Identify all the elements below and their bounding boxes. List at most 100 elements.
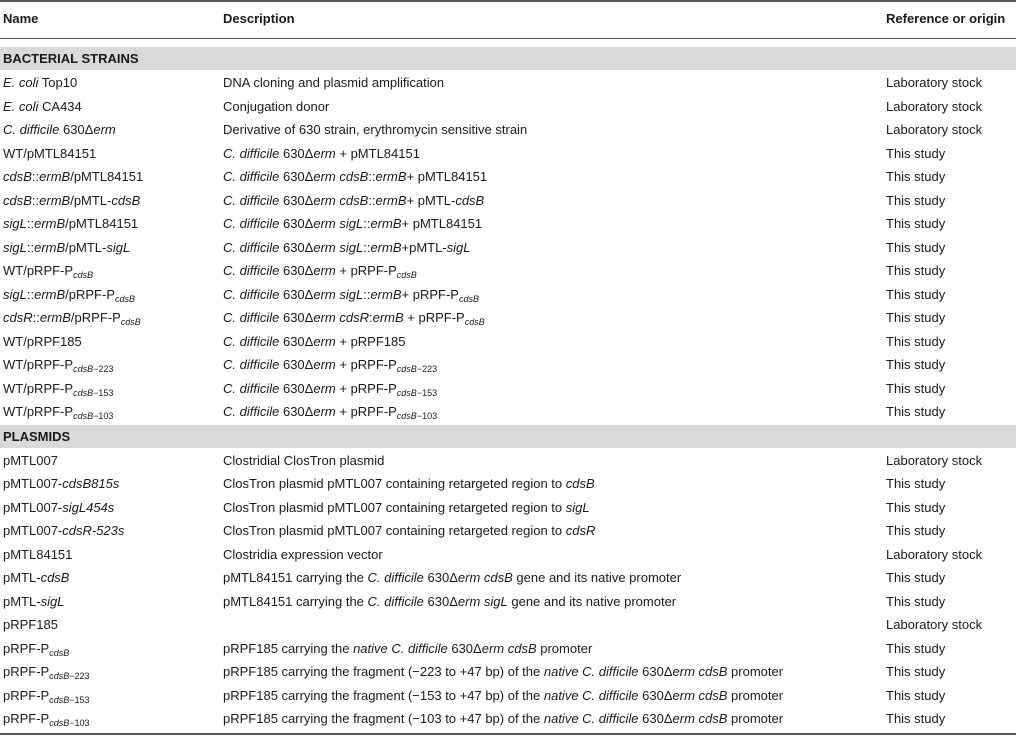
cell-name: pMTL-sigL: [3, 593, 65, 609]
cell-reference: This study: [886, 145, 946, 161]
cell-name: WT/pRPF-PcdsB−103: [3, 404, 114, 421]
cell-reference: This study: [886, 310, 946, 325]
cell-description: pMTL84151 carrying the C. difficile 630Δ…: [223, 593, 677, 609]
table-row: WT/pRPF-PcdsB−103 C. difficile 630Δerm + …: [0, 400, 1016, 424]
table-row: WT/pRPF-PcdsB C. difficile 630Δerm + pRPF…: [0, 259, 1016, 283]
cell-reference: This study: [886, 404, 946, 419]
cell-name: pMTL007-cdsR-523s: [3, 523, 125, 538]
cell-description: C. difficile 630Δerm + pMTL84151: [223, 145, 420, 161]
table-header: Name Description Reference or origin: [0, 0, 1016, 38]
cell-reference: This study: [886, 593, 946, 609]
cell-reference: This study: [886, 192, 946, 208]
table-row: pMTL-cdsB pMTL84151 carrying the C. diffi…: [0, 566, 1016, 590]
table-row: pMTL-sigL pMTL84151 carrying the C. diffi…: [0, 590, 1016, 614]
cell-name: E. coli Top10: [3, 75, 78, 90]
cell-reference: This study: [886, 499, 946, 515]
table-row: pRPF-PcdsB pRPF185 carrying the native C.…: [0, 637, 1016, 661]
section-title: BACTERIAL STRAINS: [3, 51, 139, 66]
cell-name: pMTL84151: [3, 546, 73, 562]
cell-description: C. difficile 630Δerm + pRPF-PcdsB−103: [223, 404, 438, 421]
cell-description: Clostridia expression vector: [223, 546, 383, 562]
table-row: cdsR::ermB/pRPF-PcdsB C. difficile 630Δer…: [0, 306, 1016, 330]
table-row: cdsB::ermB/pMTL-cdsB C. difficile 630Δerm…: [0, 189, 1016, 213]
table-row: C. difficile 630Δerm Derivative of 630 st…: [0, 118, 1016, 142]
table-row: WT/pRPF185 C. difficile 630Δerm + pRPF185…: [0, 330, 1016, 354]
cell-reference: This study: [886, 216, 946, 231]
cell-reference: Laboratory stock: [886, 75, 983, 90]
header-name: Name: [3, 11, 39, 26]
cell-description: C. difficile 630Δerm + pRPF185: [223, 333, 406, 349]
cell-name: pMTL-cdsB: [3, 570, 70, 585]
cell-reference: This study: [886, 664, 946, 679]
cell-description: C. difficile 630Δerm + pRPF-PcdsB: [223, 263, 417, 280]
cell-name: E. coli CA434: [3, 98, 82, 114]
cell-description: C. difficile 630Δerm sigL::ermB+ pMTL841…: [223, 216, 483, 231]
cell-reference: This study: [886, 711, 946, 726]
cell-name: C. difficile 630Δerm: [3, 122, 116, 137]
table-row: pMTL007-cdsB815s ClosTron plasmid pMTL007…: [0, 472, 1016, 496]
cell-description: ClosTron plasmid pMTL007 containing reta…: [223, 476, 595, 491]
cell-name: WT/pMTL84151: [3, 145, 97, 161]
cell-name: sigL::ermB/pMTL-sigL: [3, 239, 131, 255]
table-row: pRPF185 Laboratory stock: [0, 613, 1016, 637]
bottom-rule: [0, 732, 1016, 735]
cell-name: pMTL007-sigL454s: [3, 499, 115, 515]
cell-reference: This study: [886, 169, 946, 184]
cell-name: pRPF-PcdsB: [3, 640, 70, 658]
table-row: pMTL007-sigL454s ClosTron plasmid pMTL007…: [0, 496, 1016, 520]
cell-reference: This study: [886, 687, 946, 703]
cell-description: ClosTron plasmid pMTL007 containing reta…: [223, 523, 596, 538]
cell-reference: This study: [886, 640, 946, 656]
cell-reference: Laboratory stock: [886, 122, 983, 137]
table-row: pRPF-PcdsB−103 pRPF185 carrying the fragm…: [0, 707, 1016, 731]
section-header: PLASMIDS: [0, 424, 1016, 448]
cell-reference: This study: [886, 380, 946, 396]
cell-description: Clostridial ClosTron plasmid: [223, 452, 385, 468]
header-description: Description: [223, 11, 295, 26]
cell-description: C. difficile 630Δerm + pRPF-PcdsB−223: [223, 357, 438, 374]
table-row: WT/pMTL84151 C. difficile 630Δerm + pMTL8…: [0, 142, 1016, 166]
cell-name: WT/pRPF-PcdsB: [3, 263, 94, 280]
table-row: pRPF-PcdsB−223 pRPF185 carrying the fragm…: [0, 660, 1016, 684]
cell-reference: Laboratory stock: [886, 452, 983, 468]
cell-description: pRPF185 carrying the fragment (−153 to +…: [223, 687, 784, 703]
header-rule: [0, 38, 1016, 39]
table-row: pRPF-PcdsB−153 pRPF185 carrying the fragm…: [0, 684, 1016, 708]
cell-reference: Laboratory stock: [886, 546, 983, 562]
cell-name: WT/pRPF-PcdsB−153: [3, 380, 114, 398]
table-row: E. coli Top10 DNA cloning and plasmid amp…: [0, 71, 1016, 95]
cell-name: pRPF-PcdsB−223: [3, 664, 90, 681]
cell-name: cdsB::ermB/pMTL84151: [3, 169, 144, 184]
cell-name: sigL::ermB/pRPF-PcdsB: [3, 286, 136, 304]
cell-description: C. difficile 630Δerm cdsB::ermB+ pMTL-cd…: [223, 192, 485, 208]
cell-reference: This study: [886, 239, 946, 255]
cell-name: cdsB::ermB/pMTL-cdsB: [3, 192, 141, 208]
table-row: E. coli CA434 Conjugation donor Laboratory…: [0, 95, 1016, 119]
table-row: pMTL007-cdsR-523s ClosTron plasmid pMTL00…: [0, 519, 1016, 543]
header-reference: Reference or origin: [886, 11, 1006, 26]
cell-reference: This study: [886, 263, 946, 278]
cell-name: pRPF-PcdsB−153: [3, 687, 90, 705]
cell-name: cdsR::ermB/pRPF-PcdsB: [3, 310, 141, 327]
cell-reference: This study: [886, 333, 946, 349]
cell-description: C. difficile 630Δerm sigL::ermB+ pRPF-Pc…: [223, 286, 479, 304]
table-row: sigL::ermB/pMTL84151 C. difficile 630Δerm…: [0, 212, 1016, 236]
table-row: WT/pRPF-PcdsB−223 C. difficile 630Δerm + …: [0, 353, 1016, 377]
cell-reference: This study: [886, 570, 946, 585]
cell-reference: Laboratory stock: [886, 98, 983, 114]
cell-name: pMTL007: [3, 452, 58, 468]
cell-description: ClosTron plasmid pMTL007 containing reta…: [223, 499, 590, 515]
table-row: sigL::ermB/pRPF-PcdsB C. difficile 630Δer…: [0, 283, 1016, 307]
cell-reference: This study: [886, 357, 946, 372]
cell-name: WT/pRPF-PcdsB−223: [3, 357, 114, 374]
table-row: sigL::ermB/pMTL-sigL C. difficile 630Δerm…: [0, 236, 1016, 260]
cell-description: DNA cloning and plasmid amplification: [223, 75, 445, 90]
cell-description: C. difficile 630Δerm cdsR:ermB + pRPF-Pc…: [223, 310, 485, 327]
section-title: PLASMIDS: [3, 428, 71, 444]
cell-name: pRPF-PcdsB−103: [3, 711, 90, 728]
cell-reference: Laboratory stock: [886, 617, 983, 632]
cell-reference: This study: [886, 286, 946, 302]
cell-name: pRPF185: [3, 617, 58, 632]
cell-description: pMTL84151 carrying the C. difficile 630Δ…: [223, 570, 682, 585]
cell-name: WT/pRPF185: [3, 333, 82, 349]
